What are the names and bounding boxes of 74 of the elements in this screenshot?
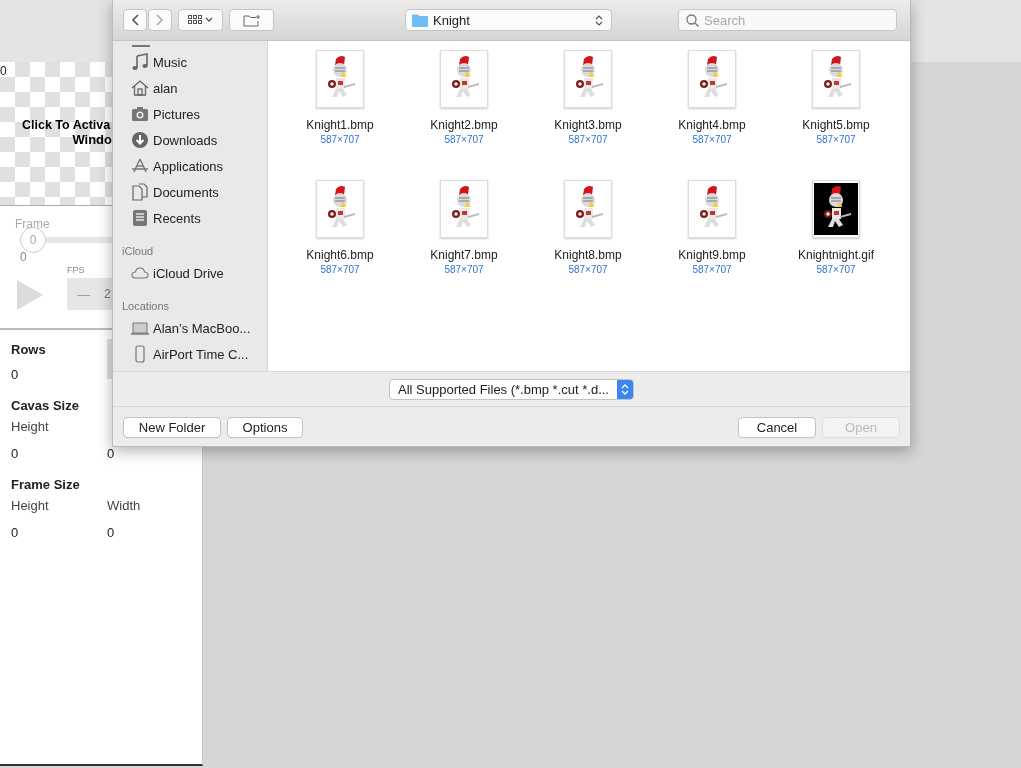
file-name: Knight4.bmp xyxy=(678,118,746,132)
fps-value: 2 xyxy=(104,287,111,301)
canvas-message: Windo xyxy=(72,132,112,147)
file-name: Knight7.bmp xyxy=(430,248,498,262)
rows-label: Rows xyxy=(11,342,47,357)
file-name: Knight8.bmp xyxy=(554,248,622,262)
view-options-button[interactable] xyxy=(178,9,223,31)
section-title: Cavas Size xyxy=(11,398,80,413)
camera-icon xyxy=(131,105,149,123)
laptop-icon xyxy=(131,319,149,337)
chevron-right-icon xyxy=(156,14,164,26)
back-button[interactable] xyxy=(123,9,147,31)
field-label: Height xyxy=(11,419,50,434)
search-field[interactable]: Search xyxy=(678,9,897,31)
sidebar-item[interactable]: Documents xyxy=(122,179,267,205)
image-dimensions: 587×707 xyxy=(320,264,360,275)
chevron-left-icon xyxy=(131,14,139,26)
image-dimensions: 587×707 xyxy=(568,134,608,145)
field-value: 0 xyxy=(107,446,116,461)
rows-value: 0 xyxy=(11,367,20,382)
field-label: Width xyxy=(107,498,142,513)
sidebar-item[interactable]: AirPort Time C... xyxy=(122,341,267,367)
image-dimensions: 587×707 xyxy=(692,264,732,275)
cloud-icon xyxy=(131,264,149,282)
music-note-icon xyxy=(131,53,149,71)
sidebar-heading: iCloud xyxy=(122,245,155,257)
documents-icon xyxy=(131,183,149,201)
applications-icon xyxy=(131,157,149,175)
file-type-popup[interactable]: All Supported Files (*.bmp *.cut *.d... xyxy=(389,378,634,400)
image-dimensions: 587×707 xyxy=(692,134,732,145)
sidebar-item[interactable]: Pictures xyxy=(122,101,267,127)
sidebar-item[interactable]: Music xyxy=(122,49,267,75)
field-value: 0 xyxy=(11,525,20,540)
stepper-arrows-icon xyxy=(595,13,603,27)
search-icon xyxy=(686,14,699,27)
image-dimensions: 587×707 xyxy=(444,134,484,145)
fps-label: FPS xyxy=(67,265,86,275)
dialog-button[interactable]: Options xyxy=(227,417,303,438)
sidebar-item[interactable]: Recents xyxy=(122,205,267,231)
recents-icon xyxy=(131,209,149,227)
image-dimensions: 587×707 xyxy=(444,264,484,275)
image-dimensions: 587×707 xyxy=(816,134,856,145)
home-icon xyxy=(131,79,149,97)
section-title: Frame Size xyxy=(11,477,81,492)
file-name: Knight5.bmp xyxy=(802,118,870,132)
file-name: Knight3.bmp xyxy=(554,118,622,132)
sidebar-item[interactable]: Applications xyxy=(122,153,267,179)
file-name: Knight1.bmp xyxy=(306,118,374,132)
folder-icon xyxy=(412,13,428,27)
field-value: 0 xyxy=(107,525,116,540)
field-value: 0 xyxy=(11,446,20,461)
sidebar-item[interactable]: Downloads xyxy=(122,127,267,153)
image-dimensions: 587×707 xyxy=(320,134,360,145)
file-name: Knight9.bmp xyxy=(678,248,746,262)
field-label: Height xyxy=(11,498,50,513)
file-name: Knight6.bmp xyxy=(306,248,374,262)
file-name: Knightnight.gif xyxy=(797,248,875,262)
image-dimensions: 587×707 xyxy=(816,264,856,275)
dialog-button[interactable]: Cancel xyxy=(738,417,816,438)
grid-view-icon xyxy=(187,15,214,25)
new-folder-icon xyxy=(242,13,261,27)
fps-stepper[interactable]: — 2 xyxy=(67,278,112,310)
sidebar-item[interactable]: Alan’s MacBoo... xyxy=(122,315,267,341)
dialog-button[interactable]: New Folder xyxy=(123,417,221,438)
download-icon xyxy=(131,131,149,149)
canvas-label: 0 xyxy=(0,64,7,78)
sidebar-item[interactable]: iCloud Drive xyxy=(122,260,267,286)
sidebar-item[interactable]: alan xyxy=(122,75,267,101)
image-dimensions: 587×707 xyxy=(568,264,608,275)
sidebar-heading: Locations xyxy=(122,300,171,312)
stepper-arrows-icon xyxy=(621,382,629,396)
file-name: Knight2.bmp xyxy=(430,118,498,132)
location-popup[interactable]: Knight xyxy=(405,9,612,31)
canvas-message: Click To Activa xyxy=(22,118,111,132)
